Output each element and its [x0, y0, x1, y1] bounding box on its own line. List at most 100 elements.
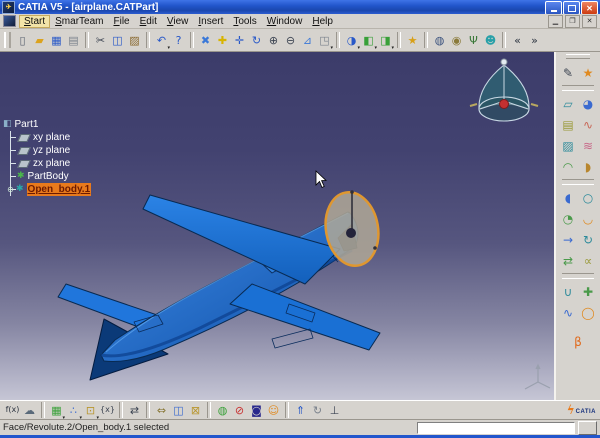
- freestyle-workbench-button[interactable]: β: [568, 331, 588, 352]
- depth-effect-button[interactable]: ◙: [248, 401, 265, 419]
- menu-file[interactable]: File: [108, 15, 134, 28]
- print-button[interactable]: ▤: [65, 31, 82, 49]
- blend-surface-button[interactable]: ◠: [558, 156, 578, 177]
- refresh-button[interactable]: ↻: [309, 401, 326, 419]
- symmetry-button[interactable]: ⇄: [558, 250, 578, 271]
- menu-insert[interactable]: Insert: [193, 15, 228, 28]
- formula-button[interactable]: f(x): [4, 401, 21, 419]
- rotate-button[interactable]: ↻: [248, 31, 265, 49]
- dropdown-caret-icon[interactable]: ▾: [391, 45, 394, 51]
- undo-button[interactable]: ↶▾: [153, 31, 170, 49]
- relations-button[interactable]: ∴▾: [65, 401, 82, 419]
- exchange-button[interactable]: ⇄: [126, 401, 143, 419]
- restore-button[interactable]: [563, 1, 580, 15]
- 3d-scene-canvas[interactable]: [0, 52, 554, 400]
- previous-view-button[interactable]: «: [509, 31, 526, 49]
- close-button[interactable]: ✕: [581, 1, 598, 15]
- split-icon: ◗: [585, 161, 591, 173]
- paste-button[interactable]: ▨: [126, 31, 143, 49]
- menu-smarteam[interactable]: SmarTeam: [50, 15, 108, 28]
- scaling-button[interactable]: ∝: [578, 250, 598, 271]
- graduated-background-button[interactable]: ★: [404, 31, 421, 49]
- swap-visible-space-button[interactable]: Ψ: [465, 31, 482, 49]
- extract-button[interactable]: ◔: [558, 208, 578, 229]
- apply-material-button[interactable]: ◍: [214, 401, 231, 419]
- shape-fillet-button[interactable]: ◡: [578, 208, 598, 229]
- update-all-button[interactable]: ⇑: [292, 401, 309, 419]
- design-table-button[interactable]: ▦▾: [48, 401, 65, 419]
- wireframe-button[interactable]: ◨▾: [377, 31, 394, 49]
- iso-view-button[interactable]: ◳▾: [316, 31, 333, 49]
- fill-surface-button[interactable]: ▨: [558, 135, 578, 156]
- shaded-edges-button[interactable]: ◧▾: [360, 31, 377, 49]
- whats-this-button[interactable]: ?: [170, 31, 187, 49]
- minimize-button[interactable]: [545, 1, 562, 15]
- toolbar-grip[interactable]: [566, 54, 590, 59]
- lock-parameters-button[interactable]: ⊡▾: [82, 401, 99, 419]
- doc-close-button[interactable]: ✕: [582, 15, 597, 28]
- standard-toolbar: ▯▰▦▤ ✂◫▨ ↶▾? ✖✚✛ ↻ ⊕⊖⊿◳▾ ◑▾◧▾◨▾ ★ ◍◉Ψ☻ «»: [0, 29, 600, 52]
- remove-material-button[interactable]: ⊘: [231, 401, 248, 419]
- pan-button[interactable]: ✛: [231, 31, 248, 49]
- next-view-button[interactable]: »: [526, 31, 543, 49]
- split-button[interactable]: ◗: [578, 156, 598, 177]
- 3d-viewport[interactable]: ◧ Part1 xy planeyz planezx plane✱PartBod…: [0, 52, 554, 400]
- measure-between-button[interactable]: ⇔: [153, 401, 170, 419]
- shaded-button[interactable]: ◑▾: [343, 31, 360, 49]
- extrude-surface-button[interactable]: ▱: [558, 93, 578, 114]
- compass-free-rotation-handle[interactable]: [500, 100, 509, 109]
- sketcher-button[interactable]: ✎: [558, 62, 578, 83]
- save-button[interactable]: ▦: [48, 31, 65, 49]
- player-button[interactable]: ☻: [482, 31, 499, 49]
- dropdown-caret-icon[interactable]: ▾: [330, 45, 333, 51]
- revolve-surface-button[interactable]: ◕: [578, 93, 598, 114]
- rotate-tool-button[interactable]: ↻: [578, 229, 598, 250]
- untrim-button[interactable]: ◯: [578, 302, 598, 323]
- view-compass[interactable]: [470, 59, 538, 121]
- join-button[interactable]: ∪: [558, 281, 578, 302]
- open-button[interactable]: ▰: [31, 31, 48, 49]
- knowledge-comment-button[interactable]: ☁: [21, 401, 38, 419]
- rotate-icon: ↻: [252, 35, 261, 46]
- cut-button[interactable]: ✂: [92, 31, 109, 49]
- status-resize-button[interactable]: [578, 421, 597, 435]
- lock-document-button[interactable]: ⊠: [187, 401, 204, 419]
- translate-button[interactable]: →: [558, 229, 578, 250]
- zoom-in-button[interactable]: ⊕: [265, 31, 282, 49]
- boundary-button[interactable]: ○: [578, 187, 598, 208]
- toolbar-separator: [146, 402, 150, 418]
- document-icon[interactable]: [3, 15, 16, 27]
- healing-button[interactable]: ✚: [578, 281, 598, 302]
- menu-view[interactable]: View: [162, 15, 194, 28]
- sweep-surface-button[interactable]: ∿: [578, 114, 598, 135]
- equivalent-dimensions-button[interactable]: {x}: [99, 401, 116, 419]
- doc-minimize-button[interactable]: ▁: [548, 15, 563, 28]
- copy-button[interactable]: ◫: [109, 31, 126, 49]
- zoom-out-button[interactable]: ⊖: [282, 31, 299, 49]
- fit-all-in-button[interactable]: ✚: [214, 31, 231, 49]
- fly-mode-button[interactable]: ✖: [197, 31, 214, 49]
- offset-surface-button[interactable]: ▤: [558, 114, 578, 135]
- menu-window[interactable]: Window: [262, 15, 308, 28]
- doc-restore-button[interactable]: ❐: [565, 15, 580, 28]
- menu-help[interactable]: Help: [307, 15, 338, 28]
- menu-start[interactable]: Start: [19, 15, 50, 28]
- toolbar-grip[interactable]: [4, 32, 11, 48]
- curve-smooth-button[interactable]: ∿: [558, 302, 578, 323]
- normal-view-button[interactable]: ⊿: [299, 31, 316, 49]
- menu-tools[interactable]: Tools: [228, 15, 261, 28]
- measure-item-button[interactable]: ◫: [170, 401, 187, 419]
- manikin-button[interactable]: ☺: [265, 401, 282, 419]
- axis-system-button[interactable]: ⊥: [326, 401, 343, 419]
- catia-logo: ϟCATIA: [567, 405, 596, 415]
- trim-button[interactable]: ◖: [558, 187, 578, 208]
- power-input-field[interactable]: [417, 422, 575, 434]
- menu-edit[interactable]: Edit: [135, 15, 162, 28]
- trim-icon: ◖: [565, 192, 571, 204]
- loft-surface-button[interactable]: ≋: [578, 135, 598, 156]
- magnifier-button[interactable]: ◉: [448, 31, 465, 49]
- new-document-button[interactable]: ▯: [14, 31, 31, 49]
- instantiate-power-copy-button[interactable]: ★: [578, 62, 598, 83]
- extract-icon: ◔: [563, 213, 573, 225]
- hide-show-button[interactable]: ◍: [431, 31, 448, 49]
